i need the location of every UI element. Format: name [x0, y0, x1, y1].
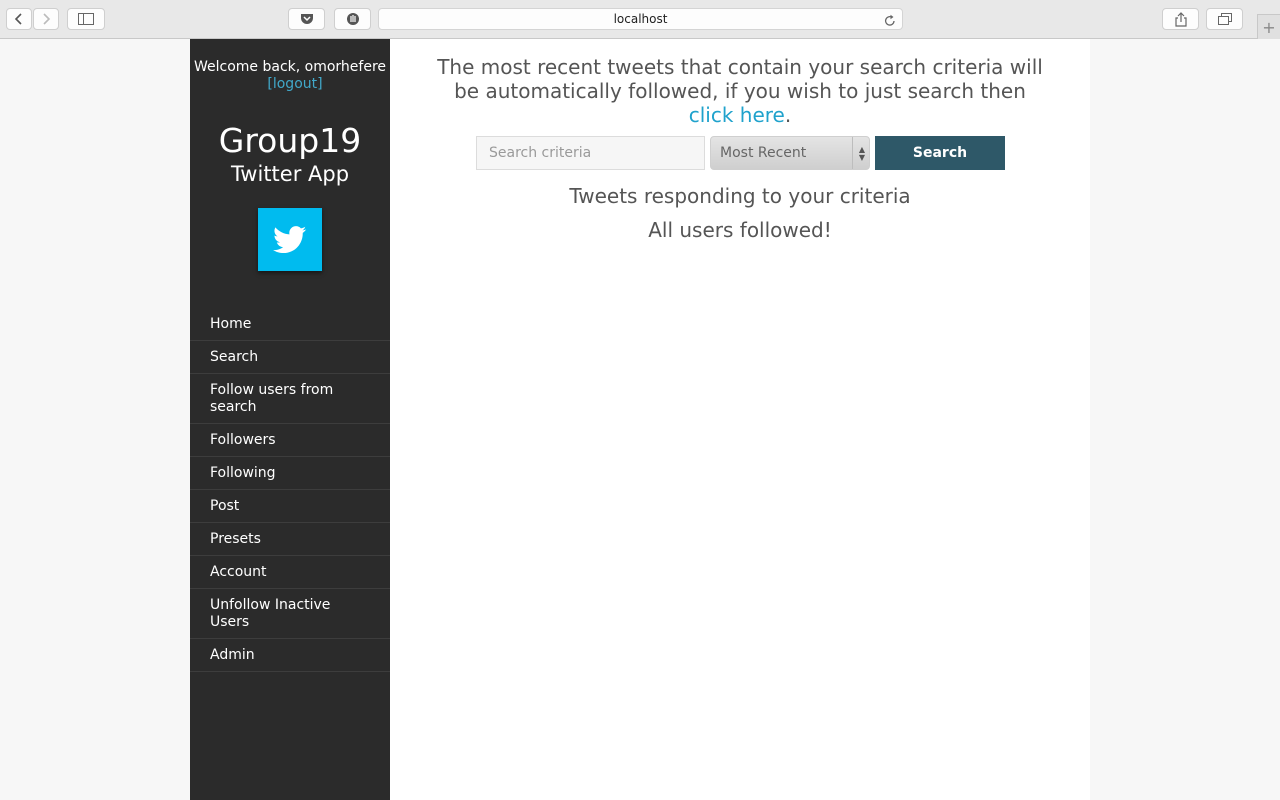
- nav-item-unfollow-inactive-users[interactable]: Unfollow Inactive Users: [190, 589, 390, 639]
- results-heading: Tweets responding to your criteria: [569, 184, 911, 208]
- sort-order-select[interactable]: Most Recent ▲ ▼: [710, 136, 870, 170]
- nav-item-followers[interactable]: Followers: [190, 424, 390, 457]
- url-text: localhost: [613, 12, 668, 26]
- sidebar-toggle-button[interactable]: [67, 8, 105, 30]
- new-tab-button[interactable]: +: [1257, 14, 1280, 39]
- sidebar-icon: [78, 13, 94, 25]
- sort-selected-value: Most Recent: [720, 145, 807, 161]
- privacy-extension-button[interactable]: [334, 8, 371, 30]
- nav-item-search[interactable]: Search: [190, 341, 390, 374]
- share-icon: [1174, 11, 1187, 27]
- forward-button[interactable]: [33, 8, 59, 30]
- tabs-overview-button[interactable]: [1206, 8, 1243, 30]
- nav-item-home[interactable]: Home: [190, 308, 390, 341]
- nav-item-following[interactable]: Following: [190, 457, 390, 490]
- status-message: All users followed!: [648, 218, 832, 242]
- nav-item-follow-users-from-search[interactable]: Follow users from search: [190, 374, 390, 424]
- share-button[interactable]: [1162, 8, 1199, 30]
- browser-toolbar: localhost +: [0, 0, 1280, 39]
- brand-subtitle: Twitter App: [230, 162, 350, 186]
- pocket-icon: [300, 14, 313, 24]
- info-message: The most recent tweets that contain your…: [437, 55, 1043, 103]
- page: Welcome back, omorhefere [logout] Group1…: [190, 39, 1090, 800]
- brand-title: Group19: [218, 121, 362, 160]
- sidebar-nav: Home Search Follow users from search Fol…: [190, 308, 390, 672]
- sidebar: Welcome back, omorhefere [logout] Group1…: [190, 39, 390, 800]
- pocket-button[interactable]: [288, 8, 325, 30]
- select-arrows-icon: ▲ ▼: [858, 145, 865, 162]
- logout-link[interactable]: [logout]: [190, 76, 400, 93]
- info-period: .: [784, 103, 792, 127]
- twitter-logo: [258, 208, 322, 271]
- select-divider: [852, 137, 853, 169]
- tabs-icon: [1217, 13, 1232, 25]
- nav-item-admin[interactable]: Admin: [190, 639, 390, 672]
- address-bar[interactable]: localhost: [378, 8, 903, 30]
- search-button[interactable]: Search: [875, 136, 1005, 170]
- twitter-bird-icon: [273, 225, 307, 253]
- nav-item-post[interactable]: Post: [190, 490, 390, 523]
- click-here-link[interactable]: click here: [689, 103, 785, 127]
- nav-item-account[interactable]: Account: [190, 556, 390, 589]
- shield-icon: [346, 13, 359, 25]
- info-text: The most recent tweets that contain your…: [435, 55, 1045, 127]
- search-criteria-input[interactable]: [476, 136, 705, 170]
- chevron-left-icon: [14, 13, 22, 25]
- welcome-text: Welcome back, omorhefere: [193, 59, 387, 75]
- nav-item-presets[interactable]: Presets: [190, 523, 390, 556]
- main-content: The most recent tweets that contain your…: [390, 39, 1090, 800]
- back-button[interactable]: [6, 8, 32, 30]
- chevron-right-icon: [43, 13, 51, 25]
- reload-icon[interactable]: [884, 12, 896, 31]
